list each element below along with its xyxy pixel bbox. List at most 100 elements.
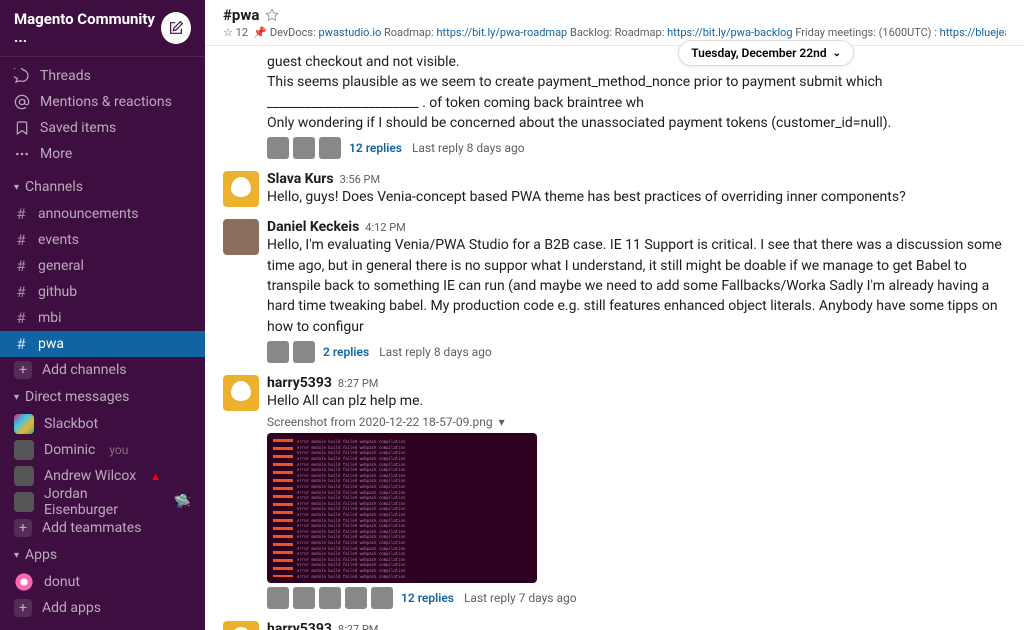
reply-meta: Last reply 7 days ago [464, 591, 577, 605]
avatar[interactable] [223, 219, 259, 255]
message-text: Hello, guys! Does Venia-concept based PW… [267, 187, 1006, 207]
dm-item-slackbot[interactable]: Slackbot [0, 411, 205, 437]
reply-avatar[interactable] [319, 137, 341, 159]
bookmark-icon [14, 120, 30, 136]
reply-avatar[interactable] [267, 587, 289, 609]
reply-count[interactable]: 12 replies [401, 591, 454, 605]
thread-replies[interactable]: 12 replies Last reply 8 days ago [267, 137, 1006, 159]
channel-item-pwa[interactable]: #pwa [0, 331, 205, 357]
avatar [14, 414, 34, 434]
channel-topic: ☆ 12 📌 DevDocs: pwastudio.io Roadmap: ht… [223, 26, 1006, 39]
message-text: guest checkout and not visible. [267, 52, 1006, 72]
date-divider-pill[interactable]: Tuesday, December 22nd ⌄ [678, 40, 854, 66]
dm-item-dominic[interactable]: Dominicyou [0, 437, 205, 463]
attached-image[interactable]: error module build failed webpack compil… [267, 433, 537, 583]
attachment-name[interactable]: Screenshot from 2020-12-22 18-57-09.png … [267, 415, 1006, 429]
add-channels[interactable]: +Add channels [0, 357, 205, 383]
channel-header: #pwa ☆ 12 📌 DevDocs: pwastudio.io Roadma… [205, 0, 1024, 46]
message: guest checkout and not visible.This seem… [223, 46, 1006, 165]
caret-down-icon: ▾ [14, 550, 19, 561]
workspace-name: Magento Community ... [14, 10, 161, 46]
channel-item-events[interactable]: #events [0, 227, 205, 253]
message-time: 3:56 PM [340, 173, 380, 186]
caret-down-icon: ▾ [14, 182, 19, 193]
dm-item-jordan-eisenburger[interactable]: Jordan Eisenburger🛸 [0, 489, 205, 515]
message-text: Only wondering if I should be concerned … [267, 113, 1006, 133]
channels-section-header[interactable]: ▾Channels [0, 173, 205, 201]
hash-icon: # [14, 309, 28, 327]
reply-avatar[interactable] [293, 341, 315, 363]
workspace-header[interactable]: Magento Community ... [0, 0, 205, 57]
reply-meta: Last reply 8 days ago [379, 345, 492, 359]
channel-item-general[interactable]: #general [0, 253, 205, 279]
link-meeting[interactable]: https://bluejeans.com/802041536 [940, 26, 1006, 39]
threads-icon [14, 68, 30, 84]
channel-item-announcements[interactable]: #announcements [0, 201, 205, 227]
avatar [14, 492, 34, 512]
dms-section-header[interactable]: ▾Direct messages [0, 383, 205, 411]
thread-replies[interactable]: 12 replies Last reply 7 days ago [267, 587, 1006, 609]
message-author[interactable]: harry5393 [267, 375, 332, 391]
message-time: 8:27 PM [338, 377, 378, 390]
hash-icon: # [14, 335, 28, 353]
star-icon[interactable] [265, 8, 279, 22]
apps-section-header[interactable]: ▾Apps [0, 541, 205, 569]
reply-avatar[interactable] [293, 587, 315, 609]
add-teammates[interactable]: +Add teammates [0, 515, 205, 541]
app-item-donut[interactable]: donut [0, 569, 205, 595]
link-devdocs[interactable]: pwastudio.io [319, 26, 382, 39]
channel-title[interactable]: #pwa [223, 6, 1006, 24]
reply-avatar[interactable] [345, 587, 367, 609]
message-list[interactable]: guest checkout and not visible.This seem… [205, 46, 1024, 630]
message-time: 4:12 PM [365, 221, 405, 234]
message-time: 8:27 PM [338, 623, 378, 630]
reply-avatar[interactable] [319, 587, 341, 609]
reply-avatar[interactable] [267, 137, 289, 159]
message: harry53938:27 PMi am run"yarn run build"… [223, 615, 1006, 630]
avatar[interactable] [223, 375, 259, 411]
message-author[interactable]: Daniel Keckeis [267, 219, 359, 235]
message-author[interactable]: Slava Kurs [267, 171, 334, 187]
reply-count[interactable]: 2 replies [323, 345, 369, 359]
avatar[interactable] [223, 621, 259, 630]
chevron-down-icon[interactable]: ▾ [499, 415, 505, 429]
message-text: Hello All can plz help me. [267, 391, 1006, 411]
thread-replies[interactable]: 2 replies Last reply 8 days ago [267, 341, 1006, 363]
hash-icon: # [14, 205, 28, 223]
nav-saved[interactable]: Saved items [0, 115, 205, 141]
hash-icon: # [14, 283, 28, 301]
edit-icon [168, 20, 184, 36]
mention-icon [14, 94, 30, 110]
plus-icon: + [14, 519, 32, 537]
message-text: Hello, I'm evaluating Venia/PWA Studio f… [267, 235, 1006, 336]
reply-avatar[interactable] [293, 137, 315, 159]
reply-meta: Last reply 8 days ago [412, 141, 525, 155]
nav-threads[interactable]: Threads [0, 63, 205, 89]
add-apps[interactable]: +Add apps [0, 595, 205, 621]
message-text: This seems plausible as we seem to creat… [267, 72, 1006, 113]
plus-icon: + [14, 361, 32, 379]
avatar[interactable] [223, 171, 259, 207]
nav-more[interactable]: More [0, 141, 205, 167]
reply-avatar[interactable] [267, 341, 289, 363]
reply-avatar[interactable] [371, 587, 393, 609]
avatar [14, 466, 34, 486]
adobe-badge: ▲ [150, 470, 161, 483]
hash-icon: # [14, 257, 28, 275]
channel-item-github[interactable]: #github [0, 279, 205, 305]
compose-button[interactable] [161, 12, 191, 44]
link-backlog[interactable]: https://bit.ly/pwa-backlog [667, 26, 793, 39]
avatar [14, 440, 34, 460]
message: Daniel Keckeis 4:12 PMHello, I'm evaluati… [223, 213, 1006, 368]
nav-mentions[interactable]: Mentions & reactions [0, 89, 205, 115]
reply-count[interactable]: 12 replies [349, 141, 402, 155]
link-roadmap[interactable]: https://bit.ly/pwa-roadmap [436, 26, 567, 39]
main-content: #pwa ☆ 12 📌 DevDocs: pwastudio.io Roadma… [205, 0, 1024, 630]
message: harry5393 8:27 PMHello All can plz help m… [223, 369, 1006, 615]
hash-icon: # [14, 231, 28, 249]
caret-down-icon: ▾ [14, 392, 19, 403]
message-author[interactable]: harry5393 [267, 621, 332, 630]
chevron-down-icon: ⌄ [833, 48, 841, 59]
channel-item-mbi[interactable]: #mbi [0, 305, 205, 331]
donut-icon [14, 572, 34, 592]
